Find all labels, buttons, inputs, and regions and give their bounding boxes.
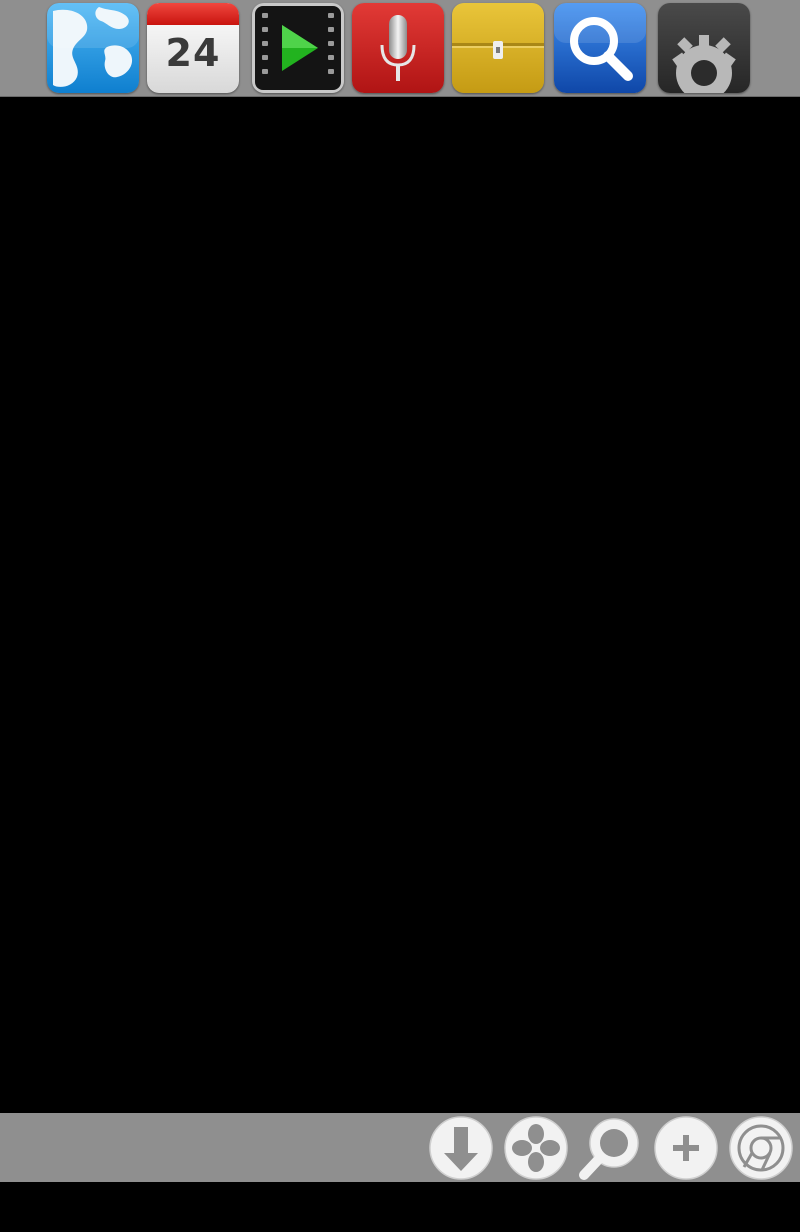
app-search[interactable] — [554, 3, 646, 93]
microphone-icon — [352, 3, 444, 93]
app-settings[interactable] — [658, 3, 750, 93]
app-calendar[interactable]: 24 — [147, 3, 239, 93]
toolbox-icon — [452, 3, 544, 93]
film-play-icon — [252, 3, 344, 93]
download-button[interactable] — [426, 1115, 496, 1181]
apps-button[interactable] — [501, 1115, 571, 1181]
bottom-toolbar — [0, 1113, 800, 1182]
chrome-icon — [729, 1116, 793, 1180]
app-voice-recorder[interactable] — [352, 3, 444, 93]
gear-icon — [658, 3, 750, 93]
search-button[interactable] — [576, 1115, 646, 1181]
content-viewport[interactable] — [0, 97, 800, 1112]
download-arrow-icon — [429, 1116, 493, 1180]
app-file-manager[interactable] — [452, 3, 544, 93]
calendar-date-label: 24 — [165, 31, 221, 75]
plus-icon — [654, 1116, 718, 1180]
globe-icon — [47, 3, 139, 93]
four-petal-icon — [504, 1116, 568, 1180]
add-button[interactable] — [651, 1115, 721, 1181]
screen: 24 — [0, 0, 800, 1232]
magnifier-icon — [554, 3, 646, 93]
app-video-player[interactable] — [252, 3, 344, 93]
search-icon — [579, 1118, 639, 1180]
app-browser[interactable] — [47, 3, 139, 93]
browser-button[interactable] — [726, 1115, 796, 1181]
top-app-dock: 24 — [0, 0, 800, 97]
